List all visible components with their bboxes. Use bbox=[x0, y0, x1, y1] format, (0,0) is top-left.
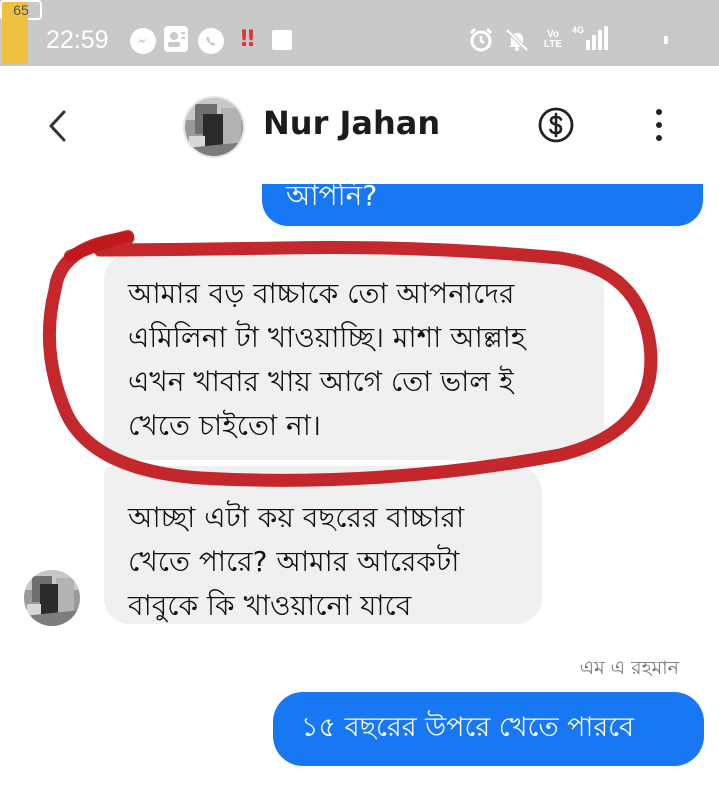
contact-name[interactable]: Nur Jahan bbox=[263, 104, 440, 142]
volte-icon: Vo LTE bbox=[542, 27, 564, 53]
message-text: আচ্ছা এটা কয় বছরের বাচ্চারা খেতে পারে? … bbox=[128, 501, 465, 622]
warning-icon: ‼ bbox=[240, 26, 255, 52]
more-vertical-icon-dot bbox=[656, 135, 662, 141]
status-time: 22:59 bbox=[46, 26, 109, 54]
square-icon bbox=[272, 30, 292, 50]
signal-icon: 4G bbox=[570, 24, 610, 52]
battery-percent: 65 bbox=[13, 2, 29, 18]
message-list[interactable]: আপনি? আমার বড় বাচ্চাকে তো আপনাদের এমিলি… bbox=[0, 184, 719, 785]
outgoing-message-previous[interactable]: আপনি? bbox=[262, 184, 703, 226]
outgoing-message[interactable]: ১৫ বছরের উপরে খেতে পারবে bbox=[273, 692, 704, 766]
alarm-icon bbox=[468, 27, 494, 53]
messenger-icon bbox=[130, 28, 156, 54]
dollar-icon bbox=[538, 107, 574, 143]
back-button[interactable] bbox=[38, 106, 78, 146]
incoming-message[interactable]: আমার বড় বাচ্চাকে তো আপনাদের এমিলিনা টা … bbox=[104, 254, 604, 460]
more-vertical-icon-dot bbox=[656, 122, 662, 128]
chat-header: Nur Jahan bbox=[0, 66, 719, 184]
incoming-message[interactable]: আচ্ছা এটা কয় বছরের বাচ্চারা খেতে পারে? … bbox=[104, 466, 542, 624]
viber-icon bbox=[198, 28, 224, 54]
message-text: আপনি? bbox=[286, 184, 378, 212]
svg-text:4G: 4G bbox=[572, 25, 584, 35]
mute-icon bbox=[504, 27, 530, 53]
more-options-button[interactable] bbox=[645, 106, 673, 144]
payment-button[interactable] bbox=[537, 106, 575, 144]
battery-icon: 65 bbox=[0, 0, 42, 64]
contact-card-icon bbox=[164, 26, 188, 52]
sender-avatar[interactable] bbox=[24, 570, 80, 626]
more-vertical-icon bbox=[656, 109, 662, 115]
sender-label: এম এ রহমান bbox=[579, 657, 679, 679]
back-arrow-icon bbox=[49, 110, 66, 142]
battery-tip bbox=[664, 36, 668, 44]
status-bar: 22:59 ‼ Vo LTE 4G 65 bbox=[0, 0, 719, 66]
volte-bottom: LTE bbox=[543, 39, 563, 50]
contact-avatar[interactable] bbox=[183, 96, 245, 158]
